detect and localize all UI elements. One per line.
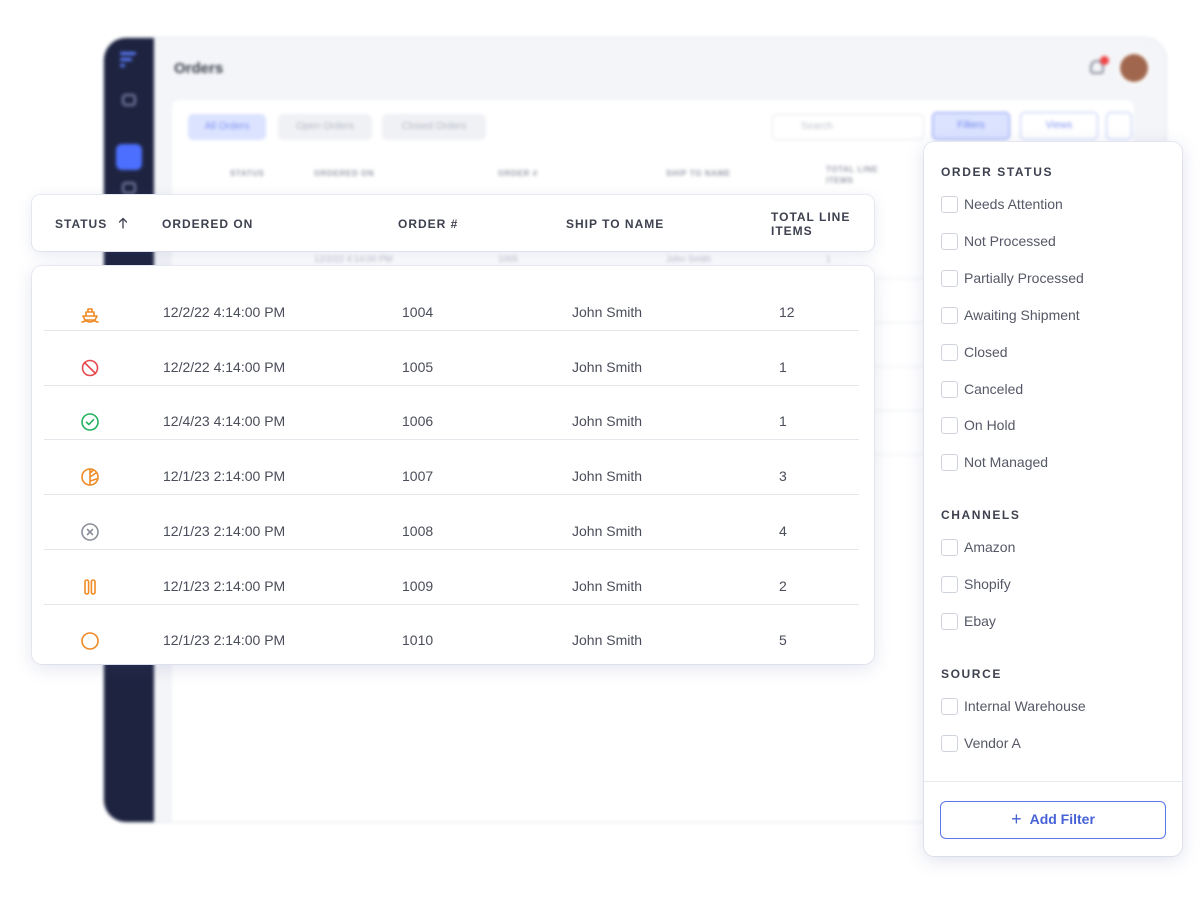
option-label: On Hold — [964, 417, 1016, 434]
filters-button[interactable]: Filters — [932, 112, 1010, 140]
checkbox[interactable] — [941, 698, 958, 715]
bg-cell-date: 12/2/22 4:14:00 PM — [314, 254, 393, 264]
avatar[interactable] — [1120, 54, 1148, 82]
half-circle-icon — [81, 468, 99, 486]
empty-circle-icon — [81, 632, 99, 650]
notification-badge — [1100, 56, 1109, 65]
option-label: Internal Warehouse — [964, 698, 1086, 714]
blocked-icon — [81, 359, 99, 376]
sort-up-icon[interactable] — [118, 217, 128, 229]
header-status[interactable]: STATUS — [55, 217, 128, 231]
checkbox[interactable] — [941, 539, 958, 556]
table-row[interactable]: 12/1/23 2:14:00 PM 1007 John Smith 3 — [44, 440, 859, 496]
option-label: Amazon — [964, 539, 1016, 555]
cell-ship-to: John Smith — [572, 632, 643, 649]
bg-header-ship-to: SHIP TO NAME — [666, 169, 731, 178]
checkbox[interactable] — [941, 734, 958, 752]
header-status-label: STATUS — [55, 217, 108, 231]
x-circle-icon — [81, 522, 99, 541]
source-title: SOURCE — [941, 667, 1002, 681]
home-icon[interactable] — [122, 94, 136, 106]
orders-table: 12/2/22 4:14:00 PM 1004 John Smith 12 12/2/2… — [32, 266, 874, 664]
option-label: Closed — [964, 343, 1008, 360]
header-total-line-items[interactable]: TOTAL LINE ITEMS — [771, 210, 861, 238]
checkbox[interactable] — [941, 269, 958, 287]
bg-header-ordered-on: ORDERED ON — [314, 169, 375, 178]
table-row[interactable]: 12/1/23 2:14:00 PM 1010 John Smith 5 — [44, 604, 859, 659]
bg-header-order-num: ORDER # — [498, 169, 538, 178]
table-row[interactable]: 12/1/23 2:14:00 PM 1009 John Smith 2 — [44, 550, 859, 605]
table-row[interactable]: 12/1/23 2:14:00 PM 1008 John Smith 4 — [44, 495, 859, 550]
option-label: Shopify — [964, 575, 1011, 592]
add-filter-button[interactable]: + Add Filter — [940, 801, 1166, 839]
option-label: Not Processed — [964, 232, 1056, 249]
bg-header-total: TOTAL LINE ITEMS — [826, 165, 879, 185]
checkbox[interactable] — [941, 232, 958, 250]
checkbox[interactable] — [941, 196, 958, 213]
bg-cell-ship: John Smith — [666, 254, 712, 264]
plus-icon: + — [1011, 809, 1022, 829]
cell-total-line-items: 5 — [779, 632, 787, 649]
table-row[interactable]: 12/4/23 4:14:00 PM 1006 John Smith 1 — [44, 385, 859, 441]
cell-ordered-on: 12/1/23 2:14:00 PM — [163, 632, 286, 649]
pause-icon — [84, 578, 96, 595]
checkbox[interactable] — [941, 612, 958, 630]
option-label: Needs Attention — [964, 196, 1063, 212]
option-label: Ebay — [964, 612, 996, 629]
checkbox[interactable] — [941, 380, 958, 398]
check-circle-icon — [81, 413, 99, 432]
tab-open-orders[interactable]: Open Orders — [278, 114, 372, 140]
header-order-num[interactable]: ORDER # — [398, 217, 458, 231]
tab-all-orders[interactable]: All Orders — [188, 114, 266, 140]
settings-icon[interactable] — [122, 182, 136, 194]
tab-closed-orders[interactable]: Closed Orders — [382, 114, 486, 140]
divider — [924, 781, 1182, 782]
bg-cell-order: 1005 — [498, 254, 519, 264]
header-ship-to[interactable]: SHIP TO NAME — [566, 217, 664, 231]
checkbox[interactable] — [941, 343, 958, 361]
page-title: Orders — [174, 60, 224, 77]
bg-header-status: STATUS — [230, 169, 265, 178]
table-row[interactable]: 12/2/22 4:14:00 PM 1005 John Smith 1 — [44, 331, 859, 386]
option-label: Awaiting Shipment — [964, 306, 1080, 323]
table-row[interactable]: 12/2/22 4:14:00 PM 1004 John Smith 12 — [44, 276, 859, 331]
channels-title: CHANNELS — [941, 508, 1021, 522]
add-filter-label: Add Filter — [1029, 811, 1095, 827]
checkbox[interactable] — [941, 454, 958, 472]
option-label: Not Managed — [964, 454, 1049, 471]
logo-icon — [120, 52, 136, 68]
checkbox[interactable] — [941, 306, 958, 324]
cell-order-num: 1010 — [402, 632, 434, 649]
table-header: STATUS ORDERED ON ORDER # SHIP TO NAME T… — [32, 195, 874, 251]
search-input[interactable]: Search — [772, 114, 924, 140]
bg-cell-total: 1 — [826, 254, 832, 264]
filter-panel: ORDER STATUS Needs Attention Not Processe… — [924, 142, 1182, 856]
header-ordered-on[interactable]: ORDERED ON — [162, 217, 253, 231]
option-label: Vendor A — [964, 734, 1021, 751]
orders-nav-icon[interactable] — [116, 144, 142, 170]
ship-icon — [81, 308, 99, 323]
order-status-title: ORDER STATUS — [941, 165, 1054, 179]
views-button[interactable]: Views — [1020, 112, 1098, 140]
option-label: Partially Processed — [964, 269, 1084, 286]
option-label: Canceled — [964, 380, 1024, 397]
more-options-button[interactable] — [1106, 112, 1132, 140]
checkbox[interactable] — [941, 575, 958, 593]
checkbox[interactable] — [941, 417, 958, 435]
